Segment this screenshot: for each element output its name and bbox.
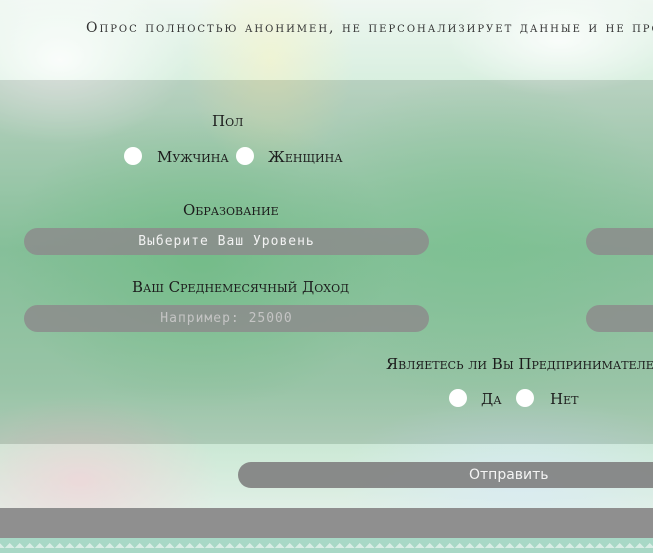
entrepreneur-yes-radio[interactable] xyxy=(449,389,467,407)
notice-band xyxy=(0,0,653,80)
education-label: Образование xyxy=(183,201,279,219)
gender-male-label[interactable]: Мужчина xyxy=(157,148,229,166)
right-field-1[interactable] xyxy=(586,228,653,255)
gender-female-label[interactable]: Женщина xyxy=(268,148,343,166)
income-label: Ваш Среднемесячный Доход xyxy=(132,278,350,296)
entrepreneur-no-label[interactable]: Нет xyxy=(550,390,578,408)
entrepreneur-no-radio[interactable] xyxy=(516,389,534,407)
income-input[interactable] xyxy=(24,305,429,332)
footer-bar xyxy=(0,508,653,538)
gender-label: Пол xyxy=(212,112,244,130)
right-field-2[interactable] xyxy=(586,305,653,332)
gender-male-radio[interactable] xyxy=(124,147,142,165)
education-select-value: Выберите Ваш Уровень xyxy=(138,234,315,249)
anonymity-notice: Опрос полностью анонимен, не персонализи… xyxy=(86,20,653,36)
footer-pattern xyxy=(0,538,653,553)
entrepreneur-yes-label[interactable]: Да xyxy=(481,390,502,408)
entrepreneur-label: Являетесь ли Вы Предпринимателем? xyxy=(386,355,653,373)
gender-female-radio[interactable] xyxy=(236,147,254,165)
education-select[interactable]: Выберите Ваш Уровень xyxy=(24,228,429,255)
submit-button[interactable]: Отправить xyxy=(238,462,653,488)
